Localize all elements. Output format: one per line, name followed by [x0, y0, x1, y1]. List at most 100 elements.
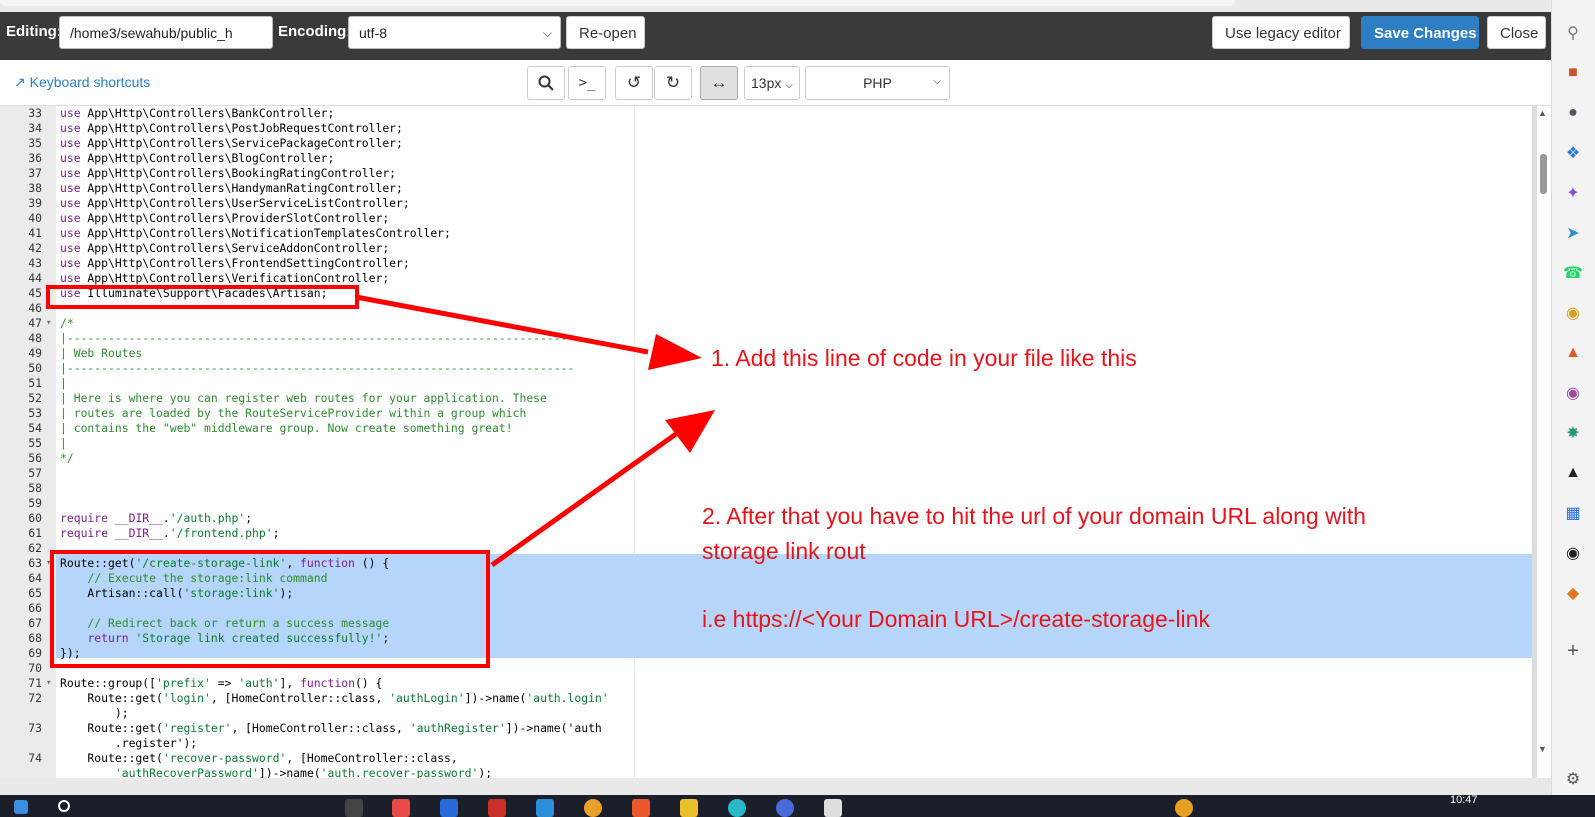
people-icon[interactable]: ●: [1562, 102, 1584, 124]
task-view-icon[interactable]: [345, 799, 363, 817]
line-number: 55: [28, 436, 42, 450]
code-line[interactable]: 35 use App\Http\Controllers\ServicePackag…: [0, 136, 640, 151]
scroll-up-icon[interactable]: ▲: [1538, 108, 1547, 118]
save-changes-button[interactable]: Save Changes: [1361, 16, 1479, 49]
code-text: /*: [60, 316, 74, 330]
send-icon[interactable]: ➤: [1562, 222, 1584, 244]
code-line[interactable]: 50 |-------------------------------------…: [0, 361, 640, 376]
code-line[interactable]: 48 |-------------------------------------…: [0, 331, 640, 346]
taskbar-app-icon[interactable]: [632, 799, 650, 817]
code-line[interactable]: 39 use App\Http\Controllers\UserServiceLi…: [0, 196, 640, 211]
line-number: 60: [28, 511, 42, 525]
code-line[interactable]: 74 Route::get('recover-password', [HomeC…: [0, 751, 640, 766]
taskbar-app-icon[interactable]: [392, 799, 410, 817]
fold-toggle-icon[interactable]: ▾: [46, 676, 51, 691]
scroll-down-icon[interactable]: ▼: [1538, 744, 1547, 754]
file-explorer-icon[interactable]: [680, 799, 698, 817]
record-icon[interactable]: ◉: [1562, 542, 1584, 564]
vertical-scrollbar[interactable]: ▲ ▼: [1537, 106, 1551, 778]
font-size-select[interactable]: 13px ⌵: [744, 66, 800, 100]
code-line[interactable]: 52 | Here is where you can register web r…: [0, 391, 640, 406]
code-line[interactable]: 55 |: [0, 436, 640, 451]
file-path-field[interactable]: /home3/sewahub/public_h: [59, 16, 273, 49]
undo-button[interactable]: ↺: [615, 66, 653, 100]
fold-toggle-icon[interactable]: ▾: [46, 316, 51, 331]
keyboard-shortcuts-link[interactable]: ↗ Keyboard shortcuts: [14, 74, 150, 91]
wrap-toggle-button[interactable]: ↔: [700, 66, 738, 100]
bird-icon[interactable]: ▲: [1562, 462, 1584, 484]
code-line[interactable]: 38 use App\Http\Controllers\HandymanRatin…: [0, 181, 640, 196]
taskbar-app-icon[interactable]: [824, 799, 842, 817]
code-line[interactable]: 51 |: [0, 376, 640, 391]
vscode-icon[interactable]: [536, 799, 554, 817]
add-icon[interactable]: +: [1562, 640, 1584, 662]
line-number: 38: [28, 181, 42, 195]
code-line[interactable]: );: [0, 706, 640, 721]
app-icon[interactable]: ◉: [1562, 302, 1584, 324]
taskbar-app-icon[interactable]: [440, 799, 458, 817]
code-line[interactable]: 41 use App\Http\Controllers\NotificationT…: [0, 226, 640, 241]
gitlab-icon[interactable]: ▲: [1562, 342, 1584, 364]
chrome-icon[interactable]: [584, 799, 602, 817]
code-text: Route::get('register', [HomeController::…: [60, 721, 602, 735]
code-line[interactable]: 58: [0, 481, 640, 496]
code-editor[interactable]: 33 use App\Http\Controllers\BankControlle…: [0, 106, 1532, 778]
windows-start-icon[interactable]: [14, 800, 28, 814]
code-line[interactable]: 49 | Web Routes: [0, 346, 640, 361]
code-line[interactable]: 56 */: [0, 451, 640, 466]
close-button[interactable]: Close: [1487, 16, 1546, 49]
code-line[interactable]: 37 use App\Http\Controllers\BookingRating…: [0, 166, 640, 181]
code-line[interactable]: 57: [0, 466, 640, 481]
code-line[interactable]: 42 use App\Http\Controllers\ServiceAddonC…: [0, 241, 640, 256]
chevron-down-icon: ⌵: [933, 76, 941, 87]
code-line[interactable]: 43 use App\Http\Controllers\FrontendSetti…: [0, 256, 640, 271]
code-line[interactable]: 61 require __DIR__.'/frontend.php';: [0, 526, 640, 541]
chatgpt-icon[interactable]: ✸: [1562, 422, 1584, 444]
search-button[interactable]: [527, 66, 565, 100]
line-number: 53: [28, 406, 42, 420]
code-line[interactable]: 71 ▾ Route::group(['prefix' => 'auth'], fu…: [0, 676, 640, 691]
gear-icon[interactable]: ⚙: [1562, 768, 1584, 790]
taskbar-app-icon[interactable]: [488, 799, 506, 817]
code-line[interactable]: 54 | contains the "web" middleware group.…: [0, 421, 640, 436]
terminal-button[interactable]: >_: [568, 66, 606, 100]
app-orange-icon[interactable]: ◆: [1562, 582, 1584, 604]
line-number: 41: [28, 226, 42, 240]
code-line[interactable]: 'authRecoverPassword'])->name('auth.reco…: [0, 766, 640, 778]
code-line[interactable]: .register');: [0, 736, 640, 751]
profile-g-icon[interactable]: ◉: [1562, 382, 1584, 404]
legacy-editor-button[interactable]: Use legacy editor: [1212, 16, 1350, 49]
whatsapp-icon[interactable]: ☎: [1562, 262, 1584, 284]
taskbar-clock[interactable]: 10:47: [1450, 794, 1478, 806]
code-text: Route::get('recover-password', [HomeCont…: [60, 751, 458, 765]
briefcase-icon[interactable]: ■: [1562, 62, 1584, 84]
code-line[interactable]: 34 use App\Http\Controllers\PostJobReques…: [0, 121, 640, 136]
redo-button[interactable]: ↻: [654, 66, 692, 100]
line-number: 68: [28, 631, 42, 645]
language-mode-select[interactable]: PHP ⌵: [805, 66, 950, 100]
taskbar-app-icon[interactable]: [776, 799, 794, 817]
line-number: 66: [28, 601, 42, 615]
designer-icon[interactable]: ✦: [1562, 182, 1584, 204]
reopen-button[interactable]: Re-open: [566, 16, 645, 49]
code-line[interactable]: 47 ▾ /*: [0, 316, 640, 331]
scrollbar-thumb[interactable]: [1540, 154, 1547, 194]
code-line[interactable]: 60 require __DIR__.'/auth.php';: [0, 511, 640, 526]
code-line[interactable]: 53 | routes are loaded by the RouteServic…: [0, 406, 640, 421]
encoding-select[interactable]: utf-8 ⌵: [348, 16, 561, 49]
edge-icon[interactable]: [728, 799, 746, 817]
annotation-step2-example: i.e https://<Your Domain URL>/create-sto…: [702, 606, 1210, 632]
code-line[interactable]: 73 Route::get('register', [HomeControlle…: [0, 721, 640, 736]
translate-icon[interactable]: ▦: [1562, 502, 1584, 524]
code-line[interactable]: 72 Route::get('login', [HomeController::…: [0, 691, 640, 706]
search-icon[interactable]: ⚲: [1562, 22, 1584, 44]
line-number: 61: [28, 526, 42, 540]
weather-icon[interactable]: [1175, 799, 1193, 817]
code-line[interactable]: 59: [0, 496, 640, 511]
code-line[interactable]: 33 use App\Http\Controllers\BankControlle…: [0, 106, 640, 121]
copilot-icon[interactable]: ❖: [1562, 142, 1584, 164]
code-line[interactable]: 40 use App\Http\Controllers\ProviderSlotC…: [0, 211, 640, 226]
code-line[interactable]: 44 use App\Http\Controllers\VerificationC…: [0, 271, 640, 286]
code-line[interactable]: 36 use App\Http\Controllers\BlogControlle…: [0, 151, 640, 166]
taskbar-search-icon[interactable]: [58, 800, 70, 812]
